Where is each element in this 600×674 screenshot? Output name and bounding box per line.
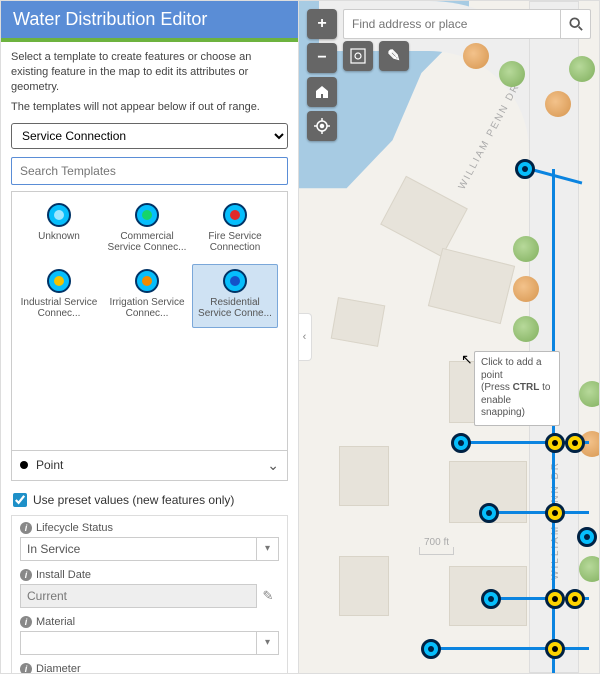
template-icon — [135, 269, 159, 293]
search-bar — [343, 9, 591, 39]
pipe — [489, 511, 589, 514]
locate-button[interactable] — [307, 111, 337, 141]
search-button[interactable] — [560, 10, 590, 38]
cursor-icon: ↖ — [461, 351, 473, 368]
template-icon — [135, 203, 159, 227]
template-label: Irrigation Service Connec... — [106, 297, 188, 319]
service-node[interactable] — [451, 433, 471, 453]
valve-node[interactable] — [545, 639, 565, 659]
valve-node[interactable] — [545, 433, 565, 453]
valve-node[interactable] — [545, 503, 565, 523]
category-select[interactable]: Service Connection — [11, 123, 288, 149]
panel-title: Water Distribution Editor — [1, 1, 298, 42]
preset-label: Use preset values (new features only) — [33, 493, 234, 507]
template-label: Unknown — [38, 231, 80, 242]
building — [380, 176, 468, 257]
template-label: Commercial Service Connec... — [106, 231, 188, 253]
service-node[interactable] — [421, 639, 441, 659]
info-icon: i — [20, 522, 32, 534]
tree-icon — [579, 556, 599, 582]
preset-row[interactable]: Use preset values (new features only) — [13, 493, 288, 507]
tree-icon — [513, 316, 539, 342]
lifecycle-label: Lifecycle Status — [36, 522, 113, 534]
draw-tool-select[interactable]: Point ⌄ — [11, 451, 288, 481]
editor-panel: Water Distribution Editor Select a templ… — [1, 1, 299, 673]
building — [428, 248, 515, 324]
preset-checkbox[interactable] — [13, 493, 27, 507]
service-node[interactable] — [479, 503, 499, 523]
template-label: Fire Service Connection — [194, 231, 276, 253]
zoom-in-button[interactable]: + — [307, 9, 337, 39]
template-label: Residential Service Conne... — [194, 297, 276, 319]
service-node[interactable] — [515, 159, 535, 179]
building — [339, 446, 389, 506]
valve-node[interactable] — [565, 589, 585, 609]
search-templates-input[interactable] — [11, 157, 288, 185]
building — [331, 297, 386, 347]
tree-icon — [513, 236, 539, 262]
lifecycle-value[interactable]: In Service — [20, 537, 257, 561]
template-icon — [223, 269, 247, 293]
install-value: Current — [20, 584, 257, 608]
search-input[interactable] — [344, 17, 560, 31]
pipe — [429, 647, 589, 650]
chevron-down-icon: ⌄ — [267, 457, 279, 474]
service-node[interactable] — [577, 527, 597, 547]
point-icon — [20, 461, 28, 469]
template-item[interactable]: Unknown — [16, 198, 102, 262]
material-value[interactable] — [20, 631, 257, 655]
template-item[interactable]: Irrigation Service Connec... — [104, 264, 190, 328]
template-icon — [47, 269, 71, 293]
attributes-form: i Lifecycle Status In Service ▾ i Instal… — [11, 515, 288, 673]
collapse-panel-button[interactable]: ‹ — [299, 313, 312, 361]
service-node[interactable] — [481, 589, 501, 609]
template-item[interactable]: Fire Service Connection — [192, 198, 278, 262]
info-icon: i — [20, 569, 32, 581]
valve-node[interactable] — [565, 433, 585, 453]
tree-icon — [499, 61, 525, 87]
template-item[interactable]: Industrial Service Connec... — [16, 264, 102, 328]
basemap-button[interactable] — [343, 41, 373, 71]
info-icon: i — [20, 616, 32, 628]
info-icon: i — [20, 663, 32, 673]
template-item[interactable]: Commercial Service Connec... — [104, 198, 190, 262]
zoom-out-button[interactable]: − — [307, 43, 337, 73]
intro-text-2: The templates will not appear below if o… — [11, 101, 288, 113]
draw-tool-label: Point — [36, 458, 63, 472]
building — [339, 556, 389, 616]
measure-button[interactable]: ✎ — [379, 41, 409, 71]
map-canvas[interactable]: ‹ + − ✎ WILLIAM PENN DR — [299, 1, 599, 673]
edit-install-button[interactable]: ✎ — [257, 584, 279, 608]
material-label: Material — [36, 616, 75, 628]
diameter-label: Diameter — [36, 663, 81, 673]
tooltip: Click to add a point (Press CTRL to enab… — [474, 351, 560, 426]
tree-icon — [569, 56, 595, 82]
template-item[interactable]: Residential Service Conne... — [192, 264, 278, 328]
tree-icon — [463, 43, 489, 69]
lifecycle-dropdown[interactable]: ▾ — [257, 537, 279, 561]
install-label: Install Date — [36, 569, 91, 581]
material-dropdown[interactable]: ▾ — [257, 631, 279, 655]
intro-text-1: Select a template to create features or … — [11, 50, 288, 95]
valve-node[interactable] — [545, 589, 565, 609]
template-label: Industrial Service Connec... — [18, 297, 100, 319]
template-gallery: Unknown Commercial Service Connec... Fire … — [11, 191, 288, 451]
tree-icon — [579, 381, 599, 407]
tree-icon — [545, 91, 571, 117]
template-icon — [47, 203, 71, 227]
tree-icon — [513, 276, 539, 302]
template-icon — [223, 203, 247, 227]
scale-bar: 700 ft — [419, 547, 454, 555]
home-button[interactable] — [307, 77, 337, 107]
